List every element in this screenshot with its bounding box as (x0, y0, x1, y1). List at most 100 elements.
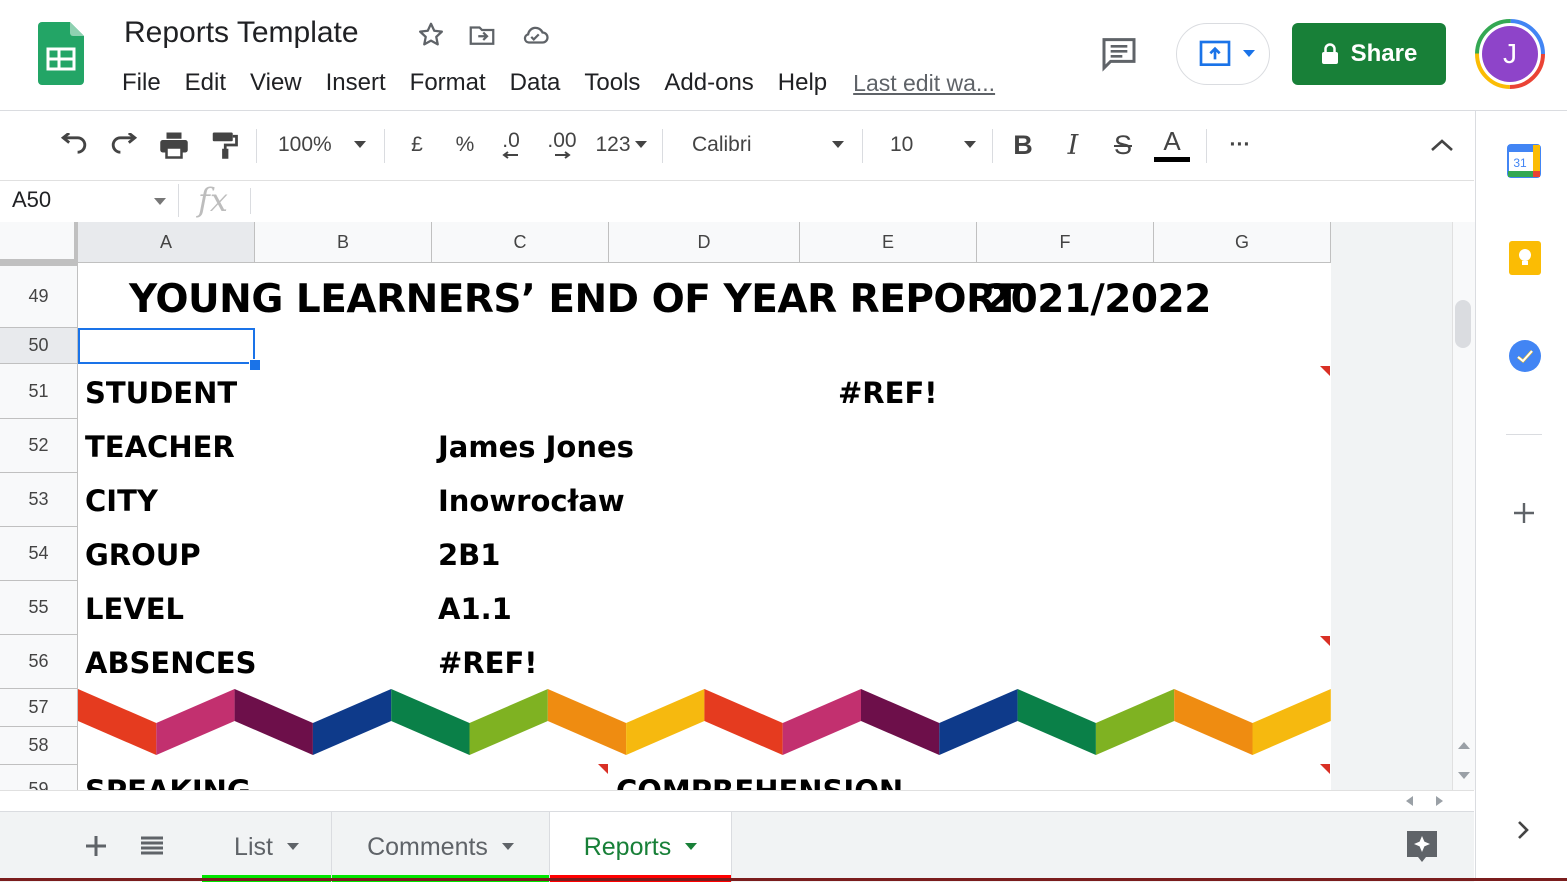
add-addon-icon[interactable] (1512, 501, 1536, 530)
share-button[interactable]: Share (1292, 23, 1446, 85)
font-size-select[interactable]: 10 (876, 111, 980, 179)
horizontal-scrollbar[interactable] (0, 790, 1474, 811)
scroll-left-icon[interactable] (1406, 796, 1414, 806)
column-header-b[interactable]: B (255, 222, 432, 263)
sheet-tab-reports[interactable]: Reports (550, 812, 732, 882)
print-icon[interactable] (156, 111, 192, 179)
percent-button[interactable]: % (448, 111, 482, 179)
present-button[interactable] (1176, 23, 1270, 85)
italic-button[interactable]: I (1056, 111, 1090, 179)
zigzag-segment (234, 689, 313, 755)
column-header-g[interactable]: G (1154, 222, 1331, 263)
note-indicator[interactable] (1320, 764, 1330, 774)
tasks-icon[interactable] (1508, 339, 1542, 378)
increase-decimal-button[interactable]: .00 (542, 111, 582, 179)
menu-addons[interactable]: Add-ons (652, 69, 765, 97)
scroll-right-icon[interactable] (1436, 796, 1444, 806)
strikethrough-button[interactable]: S (1106, 111, 1140, 179)
row-header-57[interactable]: 57 (0, 689, 78, 727)
calendar-icon[interactable]: 31 (1507, 144, 1541, 183)
label-speaking: SPEAKING (85, 774, 251, 790)
chevron-down-icon[interactable] (685, 843, 698, 851)
sheet-tab-label: Reports (583, 832, 672, 861)
app-header: Reports Template File Edit View Insert F… (0, 0, 1567, 111)
menu-edit[interactable]: Edit (173, 69, 238, 97)
row-header-53[interactable]: 53 (0, 473, 78, 527)
row-header-56[interactable]: 56 (0, 635, 78, 689)
star-icon[interactable] (416, 20, 446, 50)
cloud-saved-icon[interactable] (520, 20, 550, 50)
undo-icon[interactable] (56, 111, 92, 179)
zigzag-segment (391, 689, 470, 755)
column-header-c[interactable]: C (432, 222, 609, 263)
rainbow-zigzag-banner (78, 689, 1331, 755)
chevron-down-icon[interactable] (501, 843, 514, 851)
zigzag-segment (547, 689, 627, 755)
sheet-tab-label: Comments (367, 832, 488, 861)
note-indicator[interactable] (1320, 636, 1330, 646)
last-edit-link[interactable]: Last edit wa... (853, 70, 995, 97)
text-color-button[interactable]: A (1152, 111, 1192, 179)
menu-view[interactable]: View (238, 69, 314, 97)
select-all-corner[interactable] (0, 222, 78, 263)
note-indicator[interactable] (598, 764, 608, 774)
note-indicator[interactable] (1320, 366, 1330, 376)
avatar-initial: J (1503, 38, 1517, 69)
scrollbar-thumb[interactable] (1455, 300, 1471, 348)
move-icon[interactable] (467, 20, 497, 50)
menu-tools[interactable]: Tools (572, 69, 652, 97)
column-header-a[interactable]: A (78, 222, 255, 263)
name-box[interactable]: A50 (12, 187, 51, 213)
comment-history-icon[interactable] (1098, 33, 1140, 73)
value-teacher: James Jones (438, 430, 634, 464)
paint-format-icon[interactable] (206, 111, 242, 179)
fill-handle[interactable] (249, 359, 261, 371)
row-header-51[interactable]: 51 (0, 364, 78, 419)
row-header-50[interactable]: 50 (0, 328, 78, 364)
keep-icon[interactable] (1509, 241, 1541, 280)
sheet-tab-comments[interactable]: Comments (332, 812, 550, 882)
sheets-logo-icon[interactable] (38, 22, 84, 85)
divider (1506, 434, 1542, 435)
selected-cell-a50[interactable] (78, 328, 255, 364)
present-icon (1199, 40, 1231, 66)
row-header-49[interactable]: 49 (0, 263, 78, 328)
font-select[interactable]: Calibri (676, 111, 850, 179)
menu-data[interactable]: Data (498, 69, 573, 97)
zigzag-segment (704, 689, 783, 755)
row-header-52[interactable]: 52 (0, 419, 78, 473)
column-header-d[interactable]: D (609, 222, 800, 263)
collapse-menus-icon[interactable] (1424, 111, 1460, 179)
bold-button[interactable]: B (1006, 111, 1040, 179)
row-header-54[interactable]: 54 (0, 527, 78, 581)
all-sheets-icon[interactable] (136, 830, 168, 862)
explore-icon[interactable] (1404, 828, 1440, 864)
add-sheet-icon[interactable] (80, 830, 112, 862)
scroll-up-icon[interactable] (1458, 742, 1470, 750)
column-header-f[interactable]: F (977, 222, 1154, 263)
row-header-59[interactable]: 59 (0, 765, 78, 790)
menu-insert[interactable]: Insert (314, 69, 398, 97)
chevron-down-icon[interactable] (286, 843, 299, 851)
menu-file[interactable]: File (110, 69, 173, 97)
sheet-tab-list[interactable]: List (202, 812, 332, 882)
label-level: LEVEL (85, 592, 185, 626)
text-color-label: A (1163, 126, 1181, 156)
column-header-e[interactable]: E (800, 222, 977, 263)
menu-format[interactable]: Format (398, 69, 498, 97)
document-title[interactable]: Reports Template (124, 16, 359, 50)
row-header-58[interactable]: 58 (0, 727, 78, 765)
expand-panel-icon[interactable] (1516, 819, 1530, 846)
row-header-55[interactable]: 55 (0, 581, 78, 635)
formula-input[interactable] (256, 183, 1446, 219)
decrease-decimal-button[interactable]: .0 (494, 111, 528, 179)
chevron-down-icon (832, 141, 844, 148)
more-formats-button[interactable]: 123 (590, 111, 652, 179)
menu-help[interactable]: Help (766, 69, 839, 97)
account-avatar[interactable]: J (1474, 18, 1546, 90)
currency-button[interactable]: £ (400, 111, 434, 179)
redo-icon[interactable] (106, 111, 142, 179)
zoom-select[interactable]: 100% (270, 111, 374, 179)
scroll-down-icon[interactable] (1458, 772, 1470, 780)
more-tools-icon[interactable]: ··· (1220, 111, 1260, 179)
